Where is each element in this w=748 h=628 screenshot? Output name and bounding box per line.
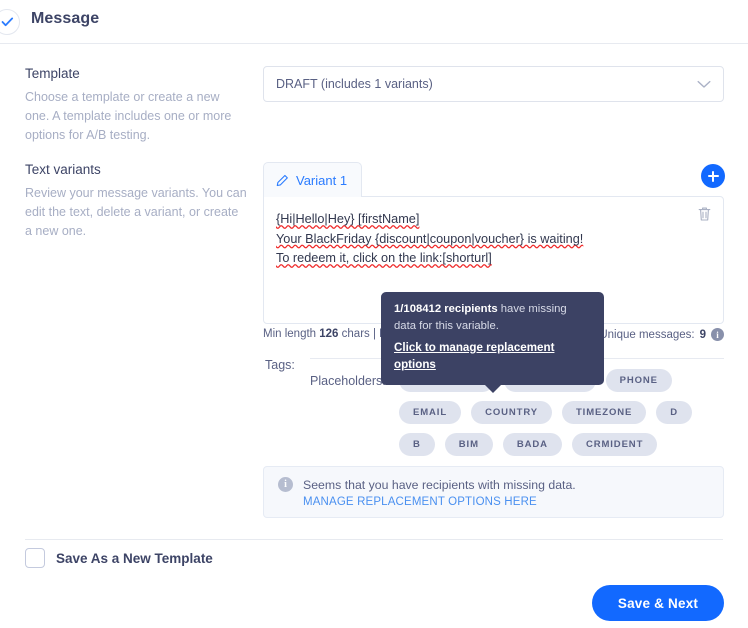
unique-messages-value: 9 [699, 328, 706, 341]
template-description: Choose a template or create a new one. A… [25, 90, 232, 142]
placeholders-label: Placeholders: [310, 374, 386, 388]
tooltip-arrow [484, 384, 502, 393]
message-line-2: Your BlackFriday {discount|coupon|vouche… [276, 232, 583, 246]
message-line-3: To redeem it, click on the link:[shortur… [276, 251, 492, 265]
tooltip-count: 1/108412 recipients [394, 303, 498, 315]
min-length-prefix: Min length [263, 328, 320, 340]
tags-label: Tags: [265, 358, 295, 372]
save-as-template-checkbox[interactable] [25, 548, 45, 568]
placeholder-chip[interactable]: PHONE [605, 369, 672, 392]
message-line-2-text: Your BlackFriday {discount|coupon|vouche… [276, 231, 584, 246]
banner-content: Seems that you have recipients with miss… [303, 476, 576, 508]
variants-description: Review your message variants. You can ed… [25, 186, 247, 238]
missing-data-tooltip: 1/108412 recipients have missing data fo… [381, 292, 604, 393]
page-title: Message [31, 10, 100, 27]
save-and-next-button[interactable]: Save & Next [592, 585, 724, 621]
message-line-3-text: To redeem it, click on the link:[shortur… [276, 251, 492, 265]
placeholder-chip[interactable]: BADA [502, 433, 562, 456]
save-as-template-row[interactable]: Save As a New Template [25, 548, 213, 568]
check-circle-icon [0, 9, 20, 35]
add-variant-button[interactable] [701, 164, 725, 188]
unique-messages-info: Unique messages: 9 i [599, 328, 724, 341]
variant-message-text: {Hi|Hello|Hey} [firstName] Your BlackFri… [276, 210, 683, 269]
placeholder-chip[interactable]: D [656, 401, 693, 424]
message-step-page: Message Template Choose a template or cr… [0, 0, 748, 628]
page-header: Message [0, 0, 748, 44]
placeholder-chip[interactable]: EMAIL [399, 401, 462, 424]
info-icon[interactable]: i [711, 328, 724, 341]
template-select[interactable]: DRAFT (includes 1 variants) [263, 66, 724, 102]
missing-data-banner: i Seems that you have recipients with mi… [263, 466, 724, 518]
footer-divider [25, 539, 723, 540]
min-length-value: 126 [319, 328, 339, 340]
template-select-value: DRAFT (includes 1 variants) [276, 77, 433, 91]
banner-link[interactable]: MANAGE REPLACEMENT OPTIONS HERE [303, 496, 576, 508]
tooltip-link[interactable]: Click to manage replacement options [394, 339, 591, 373]
placeholder-chip[interactable]: B [399, 433, 435, 456]
template-label: Template [25, 66, 80, 81]
banner-text: Seems that you have recipients with miss… [303, 478, 576, 492]
save-as-template-label: Save As a New Template [56, 550, 213, 566]
tab-variant-1-label: Variant 1 [296, 172, 348, 188]
trash-icon[interactable] [697, 206, 712, 222]
message-line-1: {Hi|Hello|Hey} [firstName] [276, 212, 420, 226]
variants-label: Text variants [25, 162, 101, 177]
placeholder-chip[interactable]: COUNTRY [471, 401, 552, 424]
placeholder-chip[interactable]: TIMEZONE [561, 401, 647, 424]
info-icon: i [278, 477, 293, 492]
tab-variant-1[interactable]: Variant 1 [263, 162, 363, 197]
unique-messages-label: Unique messages: [599, 328, 695, 341]
chevron-down-icon [697, 80, 711, 88]
placeholder-chip[interactable]: BIM [444, 433, 493, 456]
pencil-icon [276, 174, 288, 186]
placeholder-chip[interactable]: CRMIDENT [571, 433, 658, 456]
